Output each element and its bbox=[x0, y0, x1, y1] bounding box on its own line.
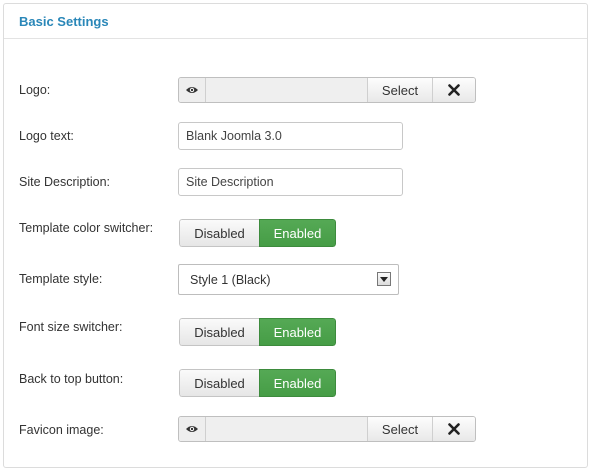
panel-title: Basic Settings bbox=[19, 14, 109, 29]
eye-icon bbox=[186, 426, 198, 432]
template-color-switcher-toggle: Disabled Enabled bbox=[179, 219, 336, 247]
logo-select-button[interactable]: Select bbox=[367, 78, 432, 102]
favicon-preview-button[interactable] bbox=[179, 417, 206, 441]
back-to-top-disabled[interactable]: Disabled bbox=[179, 369, 259, 397]
triangle-down-icon bbox=[380, 276, 388, 282]
favicon-select-button[interactable]: Select bbox=[367, 417, 432, 441]
logo-preview-button[interactable] bbox=[179, 78, 206, 102]
logo-media-field: Select bbox=[178, 77, 476, 103]
template-color-switcher-label: Template color switcher: bbox=[19, 221, 154, 235]
template-style-value: Style 1 (Black) bbox=[190, 272, 271, 287]
logo-label: Logo: bbox=[19, 83, 51, 97]
logo-path-field[interactable] bbox=[206, 78, 367, 102]
template-style-label: Template style: bbox=[19, 272, 103, 286]
favicon-media-field: Select bbox=[178, 416, 476, 442]
back-to-top-toggle: Disabled Enabled bbox=[179, 369, 336, 397]
logo-clear-button[interactable] bbox=[432, 78, 475, 102]
site-description-label: Site Description: bbox=[19, 175, 111, 189]
template-color-switcher-disabled[interactable]: Disabled bbox=[179, 219, 259, 247]
close-icon bbox=[448, 84, 460, 96]
logo-text-label: Logo text: bbox=[19, 129, 74, 143]
template-style-select[interactable]: Style 1 (Black) bbox=[178, 264, 399, 295]
favicon-path-field[interactable] bbox=[206, 417, 367, 441]
logo-text-input[interactable]: Blank Joomla 3.0 bbox=[178, 122, 403, 150]
eye-icon bbox=[186, 87, 198, 93]
back-to-top-enabled[interactable]: Enabled bbox=[259, 369, 336, 397]
template-color-switcher-enabled[interactable]: Enabled bbox=[259, 219, 336, 247]
close-icon bbox=[448, 423, 460, 435]
favicon-clear-button[interactable] bbox=[432, 417, 475, 441]
back-to-top-label: Back to top button: bbox=[19, 372, 124, 386]
favicon-image-label: Favicon image: bbox=[19, 423, 104, 437]
site-description-input[interactable]: Site Description bbox=[178, 168, 403, 196]
dropdown-arrow[interactable] bbox=[377, 272, 391, 286]
font-size-switcher-toggle: Disabled Enabled bbox=[179, 318, 336, 346]
font-size-switcher-enabled[interactable]: Enabled bbox=[259, 318, 336, 346]
font-size-switcher-disabled[interactable]: Disabled bbox=[179, 318, 259, 346]
panel-header: Basic Settings bbox=[4, 4, 587, 39]
font-size-switcher-label: Font size switcher: bbox=[19, 320, 123, 334]
